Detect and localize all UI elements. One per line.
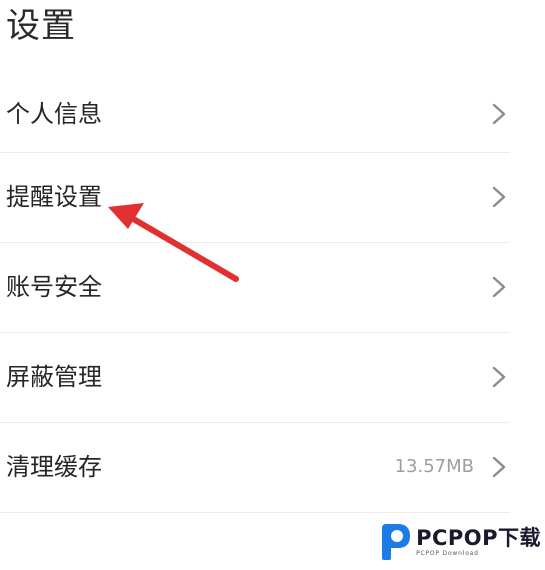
watermark-brand: PCPOP下载 xyxy=(416,526,541,550)
red-pointer-arrow-icon xyxy=(108,203,239,282)
settings-list: 个人信息 提醒设置 账号安全 屏蔽管理 清理缓存 13.57MB xyxy=(0,70,545,513)
chevron-right-icon xyxy=(492,366,506,388)
settings-item-label: 清理缓存 xyxy=(6,453,102,481)
watermark-text: PCPOP下载 PCPOP Download xyxy=(416,526,541,558)
settings-page: 设置 个人信息 提醒设置 账号安全 屏蔽管理 清理缓存 13.57MB PCPO… xyxy=(0,0,545,570)
pcpop-logo-icon xyxy=(382,524,411,560)
chevron-right-icon xyxy=(492,103,506,125)
cache-size-value: 13.57MB xyxy=(394,456,474,477)
settings-item-account-security[interactable]: 账号安全 xyxy=(0,243,510,333)
watermark-subtitle: PCPOP Download xyxy=(416,550,479,557)
settings-item-label: 屏蔽管理 xyxy=(6,363,102,391)
chevron-right-icon xyxy=(492,456,506,478)
watermark: PCPOP下载 PCPOP Download xyxy=(378,520,541,564)
settings-item-clear-cache[interactable]: 清理缓存 13.57MB xyxy=(0,423,510,513)
chevron-right-icon xyxy=(492,276,506,298)
settings-item-reminder[interactable]: 提醒设置 xyxy=(0,153,510,243)
settings-item-personal-info[interactable]: 个人信息 xyxy=(0,70,510,153)
page-title: 设置 xyxy=(6,6,76,46)
settings-item-label: 账号安全 xyxy=(6,273,102,301)
settings-item-label: 提醒设置 xyxy=(6,183,102,211)
settings-item-label: 个人信息 xyxy=(6,100,102,128)
settings-item-block-management[interactable]: 屏蔽管理 xyxy=(0,333,510,423)
chevron-right-icon xyxy=(492,186,506,208)
